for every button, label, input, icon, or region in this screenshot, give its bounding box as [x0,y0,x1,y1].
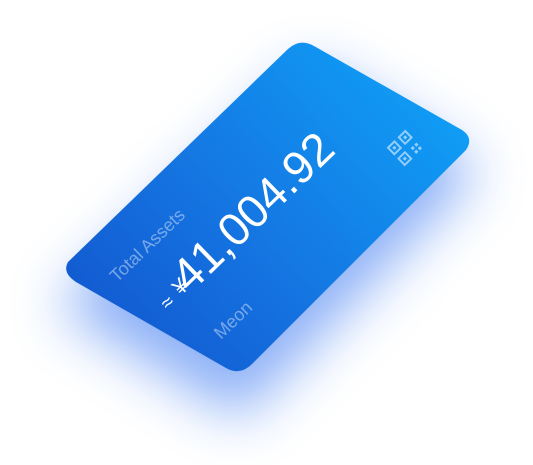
asset-card[interactable]: Total Assets ≈ ¥ 41,004.92 Meon [0,0,533,465]
card-stage: Total Assets ≈ ¥ 41,004.92 Meon [0,0,533,465]
